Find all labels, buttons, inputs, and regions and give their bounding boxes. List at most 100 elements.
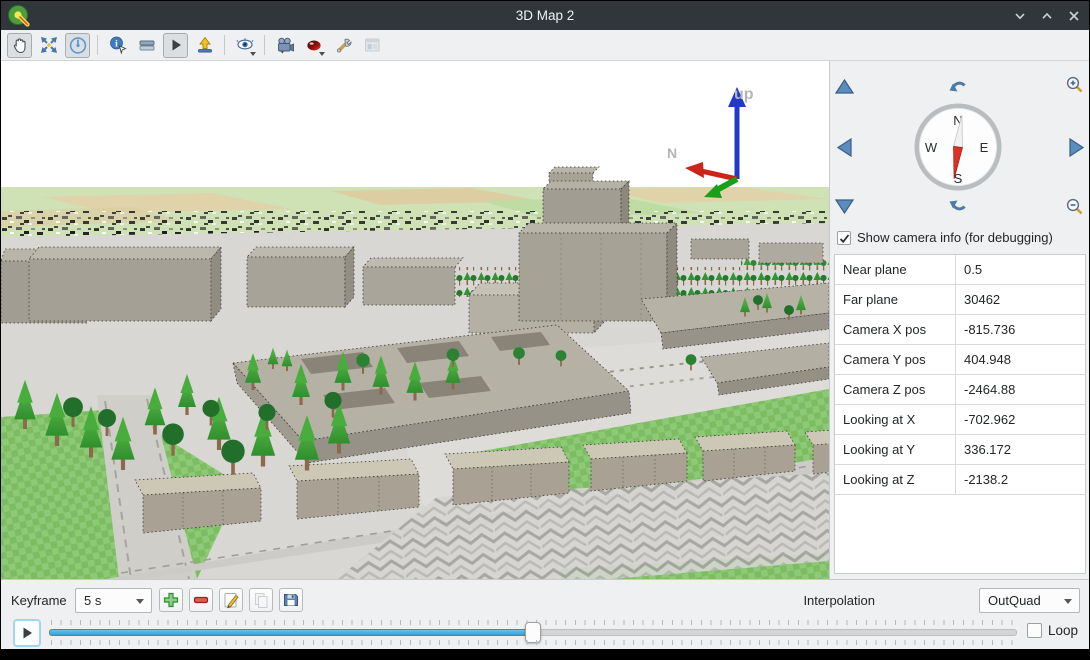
row-label: Looking at X bbox=[835, 405, 956, 434]
move-up-button[interactable] bbox=[834, 76, 854, 96]
add-keyframe-button[interactable] bbox=[159, 588, 183, 612]
chevron-down-icon bbox=[136, 599, 144, 604]
table-row: Near plane 0.5 bbox=[835, 255, 1085, 285]
keyframe-duration-value: 5 s bbox=[84, 593, 101, 608]
close-button[interactable] bbox=[1066, 8, 1081, 23]
table-row: Camera Z pos -2464.88 bbox=[835, 375, 1085, 405]
row-value: -2464.88 bbox=[956, 375, 1085, 404]
remove-keyframe-button[interactable] bbox=[189, 588, 213, 612]
row-value: 336.172 bbox=[956, 435, 1085, 464]
keyframe-duration-select[interactable]: 5 s bbox=[75, 588, 152, 613]
row-label: Near plane bbox=[835, 255, 956, 284]
table-row: Far plane 30462 bbox=[835, 285, 1085, 315]
timeline-slider[interactable] bbox=[49, 619, 1017, 646]
titlebar[interactable]: 3D Map 2 bbox=[1, 1, 1089, 30]
zoom-in-button[interactable] bbox=[1064, 74, 1084, 94]
axis-up-label: up bbox=[734, 86, 754, 103]
rotate-down-icon bbox=[949, 197, 967, 215]
edit-keyframe-button[interactable] bbox=[219, 588, 243, 612]
timeline-progress bbox=[49, 629, 533, 636]
save-animation-button[interactable] bbox=[279, 588, 303, 612]
row-value: 404.948 bbox=[956, 345, 1085, 374]
zoom-in-icon bbox=[1065, 75, 1083, 93]
animations-button[interactable] bbox=[163, 33, 188, 58]
row-label: Camera X pos bbox=[835, 315, 956, 344]
row-value: -2138.2 bbox=[956, 465, 1085, 494]
dropdown-caret-icon bbox=[250, 52, 256, 56]
tilt-down-button[interactable] bbox=[948, 196, 968, 216]
play-animation-button[interactable] bbox=[13, 619, 41, 647]
row-label: Far plane bbox=[835, 285, 956, 314]
row-value: 30462 bbox=[956, 285, 1085, 314]
keyframe-label: Keyframe bbox=[11, 593, 67, 608]
table-row: Camera X pos -815.736 bbox=[835, 315, 1085, 345]
pencil-icon bbox=[222, 591, 240, 609]
svg-text:i: i bbox=[115, 40, 118, 50]
identify-icon: i bbox=[108, 35, 128, 55]
save-image-button[interactable] bbox=[192, 33, 217, 58]
minus-icon bbox=[192, 591, 210, 609]
rotate-up-icon bbox=[949, 77, 967, 95]
identify-button[interactable]: i bbox=[105, 33, 130, 58]
maximize-button[interactable] bbox=[1039, 8, 1054, 23]
measure-icon bbox=[137, 35, 157, 55]
view-menu-button[interactable] bbox=[232, 33, 257, 58]
pan-hand-icon bbox=[10, 35, 30, 55]
compass[interactable]: N E S W bbox=[914, 103, 1002, 191]
window-frame bbox=[0, 649, 1090, 660]
show-camera-info-label: Show camera info (for debugging) bbox=[857, 230, 1053, 245]
row-label: Camera Y pos bbox=[835, 345, 956, 374]
interpolation-value: OutQuad bbox=[988, 593, 1041, 608]
camera-pan-button[interactable] bbox=[7, 33, 32, 58]
loop-checkbox[interactable] bbox=[1027, 623, 1042, 638]
show-camera-info-checkbox[interactable] bbox=[837, 231, 851, 245]
wrench-icon bbox=[333, 35, 353, 55]
navigation-toggle-button[interactable] bbox=[65, 33, 90, 58]
effects-menu-button[interactable] bbox=[301, 33, 326, 58]
qgis-3d-map-window: 3D Map 2 bbox=[1, 1, 1089, 649]
toolbar: i bbox=[1, 30, 1089, 61]
record-camera-button[interactable] bbox=[272, 33, 297, 58]
tick-marks bbox=[51, 640, 1015, 645]
zoom-full-button[interactable] bbox=[36, 33, 61, 58]
tilt-up-button[interactable] bbox=[948, 76, 968, 96]
zoom-out-button[interactable] bbox=[1064, 196, 1084, 216]
move-right-button[interactable] bbox=[1066, 137, 1086, 157]
window-title: 3D Map 2 bbox=[1, 8, 1089, 23]
checkmark-icon bbox=[839, 233, 850, 244]
table-row: Camera Y pos 404.948 bbox=[835, 345, 1085, 375]
3d-viewport[interactable]: up N bbox=[1, 61, 829, 579]
copy-icon bbox=[252, 591, 270, 609]
interpolation-select[interactable]: OutQuad bbox=[979, 588, 1080, 613]
measure-line-button[interactable] bbox=[134, 33, 159, 58]
arrow-down-icon bbox=[835, 199, 854, 214]
toolbar-separator bbox=[224, 35, 225, 55]
zoom-full-icon bbox=[39, 35, 59, 55]
play-icon bbox=[166, 35, 186, 55]
minimize-button[interactable] bbox=[1012, 8, 1027, 23]
dock-panel-icon bbox=[362, 35, 382, 55]
arrow-left-icon bbox=[837, 138, 852, 157]
toolbar-separator bbox=[264, 35, 265, 55]
chevron-down-icon bbox=[1064, 599, 1072, 604]
chevron-up-icon bbox=[1040, 9, 1054, 23]
duplicate-keyframe-button[interactable] bbox=[249, 588, 273, 612]
zoom-out-icon bbox=[1065, 197, 1083, 215]
camera-panel: N E S W Show camera info (for debugging)… bbox=[829, 61, 1089, 579]
dock-window-button[interactable] bbox=[359, 33, 384, 58]
animation-bar: Keyframe 5 s bbox=[1, 579, 1089, 649]
configure-button[interactable] bbox=[330, 33, 355, 58]
navigation-dial-icon bbox=[68, 35, 88, 55]
move-left-button[interactable] bbox=[834, 137, 854, 157]
export-arrow-icon bbox=[195, 35, 215, 55]
toolbar-separator bbox=[97, 35, 98, 55]
compass-west-label: W bbox=[925, 140, 938, 155]
row-value: 0.5 bbox=[956, 255, 1085, 284]
close-icon bbox=[1067, 9, 1081, 23]
row-label: Camera Z pos bbox=[835, 375, 956, 404]
movie-camera-icon bbox=[275, 35, 295, 55]
move-down-button[interactable] bbox=[834, 196, 854, 216]
table-row: Looking at Z -2138.2 bbox=[835, 465, 1085, 495]
save-icon bbox=[282, 591, 300, 609]
arrow-right-icon bbox=[1069, 138, 1084, 157]
